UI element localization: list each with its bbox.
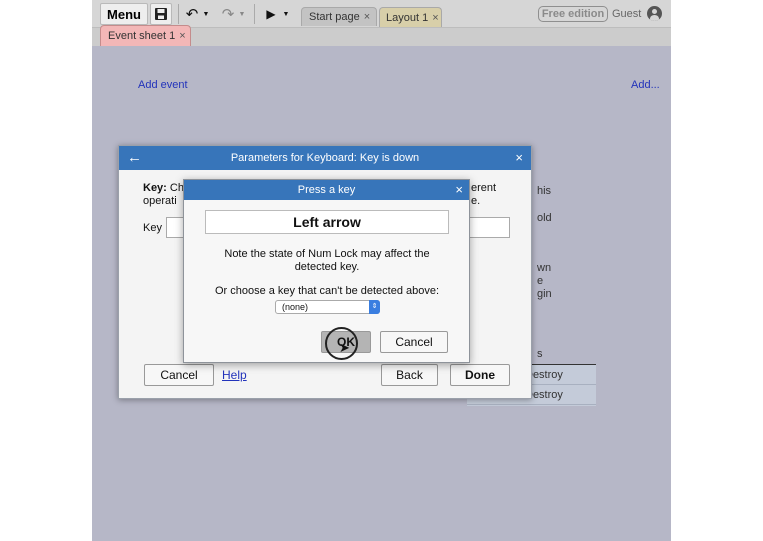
save-button[interactable] [150, 3, 172, 25]
key-select[interactable]: (none) ⇕ [275, 300, 380, 314]
parameter-name: Key: [143, 182, 167, 194]
cancel-button[interactable]: Cancel [380, 331, 448, 353]
description-fragment: operati [143, 195, 177, 207]
detected-key-display[interactable]: Left arrow [205, 210, 449, 234]
guest-label[interactable]: Guest [612, 6, 641, 22]
parameters-dialog-title: Parameters for Keyboard: Key is down [230, 152, 420, 164]
toolbar-separator [178, 4, 179, 24]
back-arrow-icon[interactable]: ← [127, 150, 142, 166]
redo-dropdown[interactable]: ▼ [238, 3, 246, 25]
tab-label: Event sheet 1 [108, 30, 176, 42]
close-icon[interactable]: × [179, 30, 185, 42]
redo-icon: ↷ [221, 6, 235, 23]
preview-button[interactable]: ▶ [264, 3, 278, 25]
letterbox-left [0, 0, 92, 541]
redo-button[interactable]: ↷ [220, 3, 236, 25]
back-button[interactable]: Back [381, 364, 438, 386]
description-fragment: Ch [169, 182, 184, 194]
letterbox-right [671, 0, 763, 541]
play-icon: ▶ [266, 7, 276, 21]
background-text: old [537, 212, 552, 224]
press-key-dialog: Press a key × Left arrow Note the state … [183, 179, 470, 363]
chevron-down-icon: ▼ [202, 10, 210, 18]
user-icon[interactable] [647, 6, 662, 21]
close-icon[interactable]: × [364, 11, 370, 23]
done-button[interactable]: Done [450, 364, 510, 386]
key-select-value: (none) [282, 302, 309, 312]
construct-editor: Menu ↶ ▼ ↷ ▼ ▶ ▼ Start page × Layout 1 ×… [92, 0, 671, 541]
floppy-disk-icon [155, 8, 167, 20]
chevron-down-icon: ▼ [238, 10, 246, 18]
press-key-dialog-header: Press a key × [184, 180, 469, 200]
press-key-dialog-title: Press a key [297, 184, 356, 196]
cancel-button[interactable]: Cancel [144, 364, 214, 386]
key-field-label: Key [143, 222, 162, 234]
close-icon[interactable]: × [432, 12, 438, 24]
free-edition-badge[interactable]: Free edition [538, 6, 608, 22]
tab-layout-1[interactable]: Layout 1 × [379, 7, 442, 27]
add-event-link[interactable]: Add event [138, 79, 188, 91]
tab-label: Start page [309, 11, 360, 23]
select-arrows-icon: ⇕ [369, 300, 380, 314]
undo-dropdown[interactable]: ▼ [202, 3, 210, 25]
background-text: s [537, 348, 543, 360]
undo-icon: ↶ [185, 6, 199, 23]
background-text: e [537, 275, 544, 287]
choose-key-label: Or choose a key that can't be detected a… [214, 285, 440, 297]
add-more-link[interactable]: Add... [631, 79, 660, 91]
tab-start-page[interactable]: Start page × [301, 7, 377, 26]
preview-dropdown[interactable]: ▼ [282, 3, 290, 25]
tab-event-sheet-1[interactable]: Event sheet 1 × [100, 25, 191, 46]
background-text: his [537, 185, 552, 197]
mouse-pointer-icon: ➤ [339, 340, 350, 355]
close-icon[interactable]: × [455, 182, 463, 198]
parameters-dialog-header: ← Parameters for Keyboard: Key is down × [119, 146, 531, 170]
tab-label: Layout 1 [386, 11, 429, 24]
main-toolbar: Menu ↶ ▼ ↷ ▼ ▶ ▼ Start page × Layout 1 ×… [92, 0, 671, 28]
menu-button[interactable]: Menu [100, 3, 148, 25]
undo-button[interactable]: ↶ [184, 3, 200, 25]
background-text: gin [537, 288, 552, 300]
toolbar-separator [254, 4, 255, 24]
help-link[interactable]: Help [222, 368, 247, 382]
description-fragment: erent [471, 182, 497, 194]
chevron-down-icon: ▼ [282, 10, 290, 18]
num-lock-note: Note the state of Num Lock may affect th… [224, 248, 430, 273]
background-text: wn [537, 262, 552, 274]
description-fragment: e. [471, 195, 481, 207]
close-icon[interactable]: × [515, 150, 523, 166]
